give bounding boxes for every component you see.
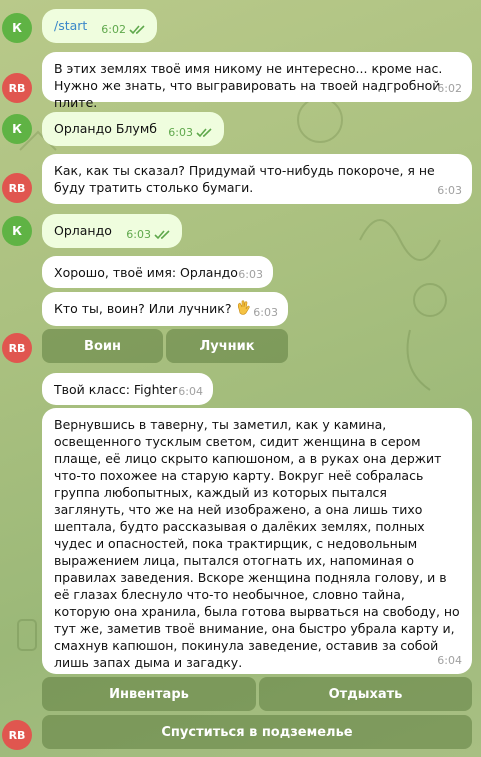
- outgoing-message[interactable]: /start 6:02: [42, 9, 157, 43]
- user-avatar[interactable]: К: [2, 114, 32, 144]
- message-meta: 6:03: [437, 182, 462, 199]
- message-time: 6:03: [168, 126, 193, 139]
- message-meta: 6:02: [101, 21, 147, 38]
- message-text: Твой класс: Fighter: [54, 382, 178, 397]
- inventory-button[interactable]: Инвентарь: [42, 677, 256, 711]
- archer-button[interactable]: Лучник: [166, 329, 288, 363]
- message-meta: 6:04: [178, 383, 203, 400]
- message-text: Орландо Блумб: [54, 121, 157, 136]
- rest-button[interactable]: Отдыхать: [259, 677, 472, 711]
- message-meta: 6:03: [126, 226, 172, 243]
- outgoing-message[interactable]: Орландо Блумб 6:03: [42, 112, 224, 146]
- message-meta: 6:03: [168, 124, 214, 141]
- message-text: Кто ты, воин? Или лучник?: [54, 301, 232, 316]
- outgoing-message[interactable]: Орландо 6:03: [42, 214, 182, 248]
- bot-avatar[interactable]: RB: [2, 720, 32, 750]
- message-time: 6:04: [178, 385, 203, 398]
- double-check-icon: [129, 24, 145, 34]
- bot-avatar[interactable]: RB: [2, 333, 32, 363]
- dungeon-button[interactable]: Спуститься в подземелье: [42, 715, 472, 749]
- waving-hand-icon: [238, 300, 251, 315]
- incoming-message[interactable]: Кто ты, воин? Или лучник? 6:03: [42, 292, 288, 326]
- message-text: Как, как ты сказал? Придумай что-нибудь …: [54, 163, 439, 195]
- double-check-icon: [154, 229, 170, 239]
- message-time: 6:03: [253, 306, 278, 319]
- incoming-message[interactable]: Твой класс: Fighter 6:04: [42, 373, 213, 405]
- message-text: Хорошо, твоё имя: Орландо: [54, 265, 238, 280]
- warrior-button[interactable]: Воин: [42, 329, 163, 363]
- message-time: 6:03: [126, 228, 151, 241]
- message-meta: 6:02: [437, 80, 462, 97]
- message-time: 6:03: [437, 184, 462, 197]
- bot-avatar[interactable]: RB: [2, 173, 32, 203]
- message-text: Орландо: [54, 223, 112, 238]
- user-avatar[interactable]: К: [2, 216, 32, 246]
- message-text: В этих землях твоё имя никому не интерес…: [54, 61, 447, 110]
- command-link[interactable]: /start: [54, 18, 87, 33]
- bot-avatar[interactable]: RB: [2, 73, 32, 103]
- incoming-message[interactable]: Как, как ты сказал? Придумай что-нибудь …: [42, 154, 472, 204]
- message-time: 6:02: [101, 23, 126, 36]
- message-time: 6:03: [238, 268, 263, 281]
- message-text: Вернувшись в таверну, ты заметил, как у …: [54, 417, 464, 670]
- message-meta: 6:04: [437, 652, 462, 669]
- message-meta: 6:03: [238, 266, 263, 283]
- user-avatar[interactable]: К: [2, 13, 32, 43]
- message-time: 6:02: [437, 82, 462, 95]
- incoming-message[interactable]: В этих землях твоё имя никому не интерес…: [42, 52, 472, 110]
- incoming-message[interactable]: Вернувшись в таверну, ты заметил, как у …: [42, 408, 472, 674]
- incoming-message[interactable]: Хорошо, твоё имя: Орландо 6:03: [42, 256, 273, 288]
- message-time: 6:04: [437, 654, 462, 667]
- double-check-icon: [196, 127, 212, 137]
- message-meta: 6:03: [253, 304, 278, 321]
